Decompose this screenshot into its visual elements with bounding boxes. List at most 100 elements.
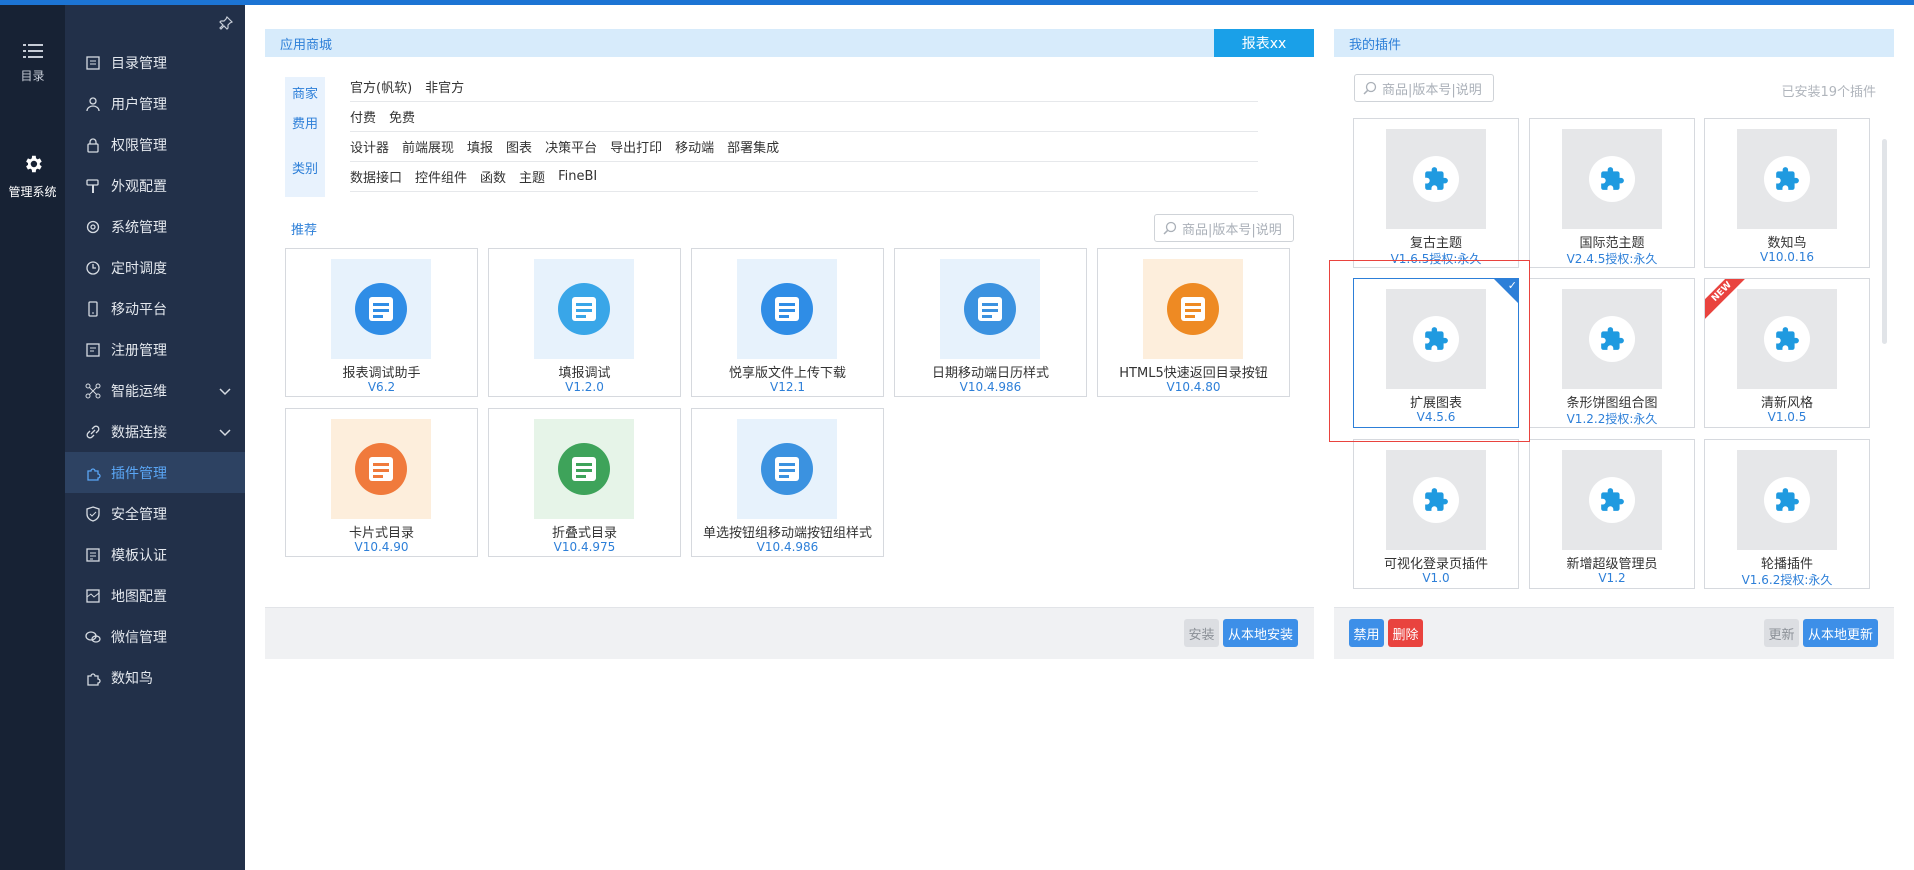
update-button[interactable]: 更新 — [1764, 619, 1799, 647]
filter-option[interactable]: 官方(帆软) — [350, 77, 412, 96]
store-card-name: 悦享版文件上传下载 — [728, 366, 846, 381]
app-store-footer: 安装 从本地安装 — [265, 607, 1314, 659]
filter-option[interactable]: 图表 — [506, 137, 532, 156]
plugin-card[interactable]: 新增超级管理员 V1.2 — [1529, 439, 1695, 589]
sidebar-item-link[interactable]: 数据连接 — [65, 411, 245, 452]
plugin-card[interactable]: 条形饼图组合图 V1.2.2授权:永久 — [1529, 278, 1695, 428]
filter-option[interactable]: 免费 — [389, 107, 415, 126]
sidebar-item-user[interactable]: 用户管理 — [65, 83, 245, 124]
selection-highlight — [1329, 260, 1530, 442]
plugin-card[interactable]: NEW 清新风格 V1.0.5 — [1704, 278, 1870, 428]
store-card-name: 卡片式目录 — [348, 526, 414, 541]
plugin-scrollbar[interactable] — [1882, 139, 1887, 344]
plugin-thumbnail — [1737, 450, 1837, 550]
plugin-card-version: V1.0 — [1422, 571, 1450, 585]
store-card[interactable]: 报表调试助手 V6.2 — [285, 248, 478, 397]
plugin-search-input[interactable]: 商品|版本号|说明 — [1354, 74, 1494, 102]
plugin-card[interactable]: 数知鸟 V10.0.16 — [1704, 118, 1870, 268]
store-card[interactable]: HTML5快速返回目录按钮 V10.4.80 — [1097, 248, 1290, 397]
rail-catalog[interactable]: 目录 — [0, 43, 65, 84]
filter-option[interactable]: 移动端 — [675, 137, 714, 156]
plugin-card[interactable]: 复古主题 V1.6.5授权:永久 — [1353, 118, 1519, 268]
local-update-button[interactable]: 从本地更新 — [1803, 619, 1878, 647]
plugin-card-version: V1.2 — [1598, 571, 1626, 585]
plugin-thumbnail — [737, 419, 837, 519]
search-icon — [1163, 221, 1177, 235]
pin-icon[interactable] — [219, 15, 234, 34]
store-card[interactable]: 填报调试 V1.2.0 — [488, 248, 681, 397]
store-card-version: V1.2.0 — [565, 380, 604, 394]
my-plugins-header: 我的插件 — [1334, 29, 1894, 57]
store-card[interactable]: 折叠式目录 V10.4.975 — [488, 408, 681, 557]
local-install-button[interactable]: 从本地安装 — [1223, 619, 1298, 647]
plugin-card-name: 可视化登录页插件 — [1383, 557, 1488, 572]
sidebar-item-label: 注册管理 — [111, 342, 167, 359]
disable-button[interactable]: 禁用 — [1349, 619, 1384, 647]
sidebar-item-map[interactable]: 地图配置 — [65, 575, 245, 616]
installed-count: 已安装19个插件 — [1781, 85, 1876, 100]
plugin-card[interactable]: 轮播插件 V1.6.2授权:永久 — [1704, 439, 1870, 589]
app-store-body: 商家 费用 类别 官方(帆软) 非官方 付费 免费 设计器 前端展现 填报 图表 决策平台导… — [265, 57, 1314, 607]
plugin-card[interactable]: 国际范主题 V2.4.5授权:永久 — [1529, 118, 1695, 268]
plugin-thumbnail — [1562, 289, 1662, 389]
filter-option[interactable]: 付费 — [350, 107, 376, 126]
tab-report[interactable]: 报表xx — [1214, 29, 1314, 57]
sidebar-item-register[interactable]: 注册管理 — [65, 329, 245, 370]
filter-option[interactable]: 导出打印 — [610, 137, 662, 156]
filter-option[interactable]: 控件组件 — [415, 167, 467, 186]
chevron-down-icon — [219, 425, 231, 441]
sidebar-menu: 目录管理 用户管理 权限管理 外观配置 系统管理 定时调度 移动平台注册管理智能运维数据连接… — [65, 42, 245, 698]
sidebar-item-lock[interactable]: 权限管理 — [65, 124, 245, 165]
plugin-thumbnail — [1386, 450, 1486, 550]
filter-vendor-label: 商家 — [291, 87, 318, 102]
filter-option[interactable]: 非官方 — [425, 77, 464, 96]
delete-button[interactable]: 删除 — [1388, 619, 1423, 647]
sidebar-item-clock[interactable]: 定时调度 — [65, 247, 245, 288]
filter-option[interactable]: 数据接口 — [350, 167, 402, 186]
store-card[interactable]: 悦享版文件上传下载 V12.1 — [691, 248, 884, 397]
filter-option[interactable]: 前端展现 — [402, 137, 454, 156]
rail-system[interactable]: 管理系统 — [0, 153, 65, 200]
plugin-card[interactable]: 可视化登录页插件 V1.0 — [1353, 439, 1519, 589]
sidebar-item-mobile[interactable]: 移动平台 — [65, 288, 245, 329]
puzzle-icon — [1413, 477, 1459, 523]
filter-category-row-1: 设计器 前端展现 填报 图表 决策平台 导出打印 移动端 部署集成 — [350, 132, 1258, 162]
plugin-thumbnail — [1386, 129, 1486, 229]
store-card-version: V10.4.80 — [1166, 380, 1221, 394]
store-card[interactable]: 日期移动端日历样式 V10.4.986 — [894, 248, 1087, 397]
sidebar-item-gear[interactable]: 系统管理 — [65, 206, 245, 247]
rail-catalog-label: 目录 — [20, 69, 45, 83]
sidebar-item-template[interactable]: 模板认证 — [65, 534, 245, 575]
store-card[interactable]: 卡片式目录 V10.4.90 — [285, 408, 478, 557]
store-card[interactable]: 单选按钮组移动端按钮组样式 V10.4.986 — [691, 408, 884, 557]
sidebar-item-ops[interactable]: 智能运维 — [65, 370, 245, 411]
clock-icon — [85, 260, 101, 276]
filter-option[interactable]: 决策平台 — [545, 137, 597, 156]
sidebar-item-shield[interactable]: 安全管理 — [65, 493, 245, 534]
sidebar-item-plugin[interactable]: 插件管理 — [65, 452, 245, 493]
sidebar-item-label: 数据连接 — [111, 424, 167, 441]
plugin-thumbnail — [1737, 289, 1837, 389]
store-search-input[interactable]: 商品|版本号|说明 — [1154, 214, 1294, 242]
filter-option[interactable]: 部署集成 — [727, 137, 779, 156]
shield-icon — [85, 505, 101, 522]
filter-option[interactable]: 主题 — [519, 167, 545, 186]
store-card-version: V10.4.975 — [553, 540, 616, 554]
plugin-card-version: V1.6.2授权:永久 — [1741, 573, 1833, 587]
sidebar-item-brush[interactable]: 外观配置 — [65, 165, 245, 206]
sidebar-item-bird[interactable]: 数知鸟 — [65, 657, 245, 698]
filter-labels: 商家 费用 类别 — [285, 77, 325, 197]
puzzle-icon — [1764, 477, 1810, 523]
filter-option[interactable]: 设计器 — [350, 137, 389, 156]
store-card-version: V6.2 — [367, 380, 396, 394]
sidebar-item-catalog[interactable]: 目录管理 — [65, 42, 245, 83]
filter-option[interactable]: FineBI — [558, 169, 597, 184]
puzzle-icon — [1589, 477, 1635, 523]
plugin-card-version: V1.2.2授权:永久 — [1566, 412, 1658, 426]
sidebar-item-wechat[interactable]: 微信管理 — [65, 616, 245, 657]
store-search-placeholder: 商品|版本号|说明 — [1182, 222, 1282, 238]
filter-option[interactable]: 函数 — [480, 167, 506, 186]
my-plugins-footer: 禁用 删除 更新 从本地更新 — [1334, 607, 1894, 659]
install-button[interactable]: 安装 — [1184, 619, 1219, 647]
filter-option[interactable]: 填报 — [467, 137, 493, 156]
